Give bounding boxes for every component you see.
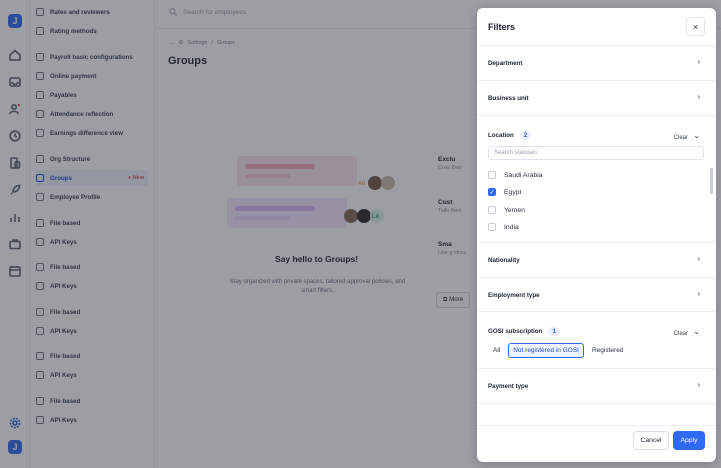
- filter-section-employment-type[interactable]: Employment type ›: [477, 278, 716, 312]
- location-search-input[interactable]: Search statuses: [488, 146, 704, 160]
- gosi-count-badge: 1: [548, 327, 560, 336]
- close-icon: ×: [692, 21, 699, 32]
- gosi-option-all[interactable]: All: [488, 343, 505, 358]
- location-header[interactable]: Location 2: [488, 131, 532, 140]
- gosi-header[interactable]: GOSI subscription 1: [488, 327, 560, 336]
- location-scrollbar[interactable]: [710, 168, 713, 194]
- filter-section-business-unit[interactable]: Business unit ›: [477, 81, 716, 116]
- filter-section-nationality[interactable]: Nationality ›: [477, 243, 716, 278]
- chevron-right-icon: ›: [697, 57, 700, 66]
- filters-title: Filters: [488, 22, 516, 32]
- location-clear-button[interactable]: Clear: [674, 135, 688, 141]
- cancel-button[interactable]: Cancel: [633, 431, 669, 450]
- checkbox[interactable]: [488, 206, 496, 214]
- gosi-segmented-control: All Not registered in GOSI Registered: [488, 343, 628, 358]
- location-option-yemen[interactable]: Yemen: [488, 206, 525, 214]
- gosi-option-registered[interactable]: Registered: [587, 343, 628, 358]
- checkbox[interactable]: [488, 171, 496, 179]
- filter-section-payment-type[interactable]: Payment type ›: [477, 369, 716, 404]
- chevron-right-icon: ›: [697, 254, 700, 263]
- filters-panel: Filters × Department › Business unit › L…: [477, 8, 716, 462]
- chevron-down-icon[interactable]: ⌄: [693, 327, 700, 336]
- location-option-india[interactable]: India: [488, 223, 519, 231]
- footer-divider: [477, 425, 716, 426]
- chevron-right-icon: ›: [697, 289, 700, 298]
- checkbox-checked[interactable]: ✓: [488, 188, 496, 196]
- gosi-option-not-registered[interactable]: Not registered in GOSI: [508, 343, 584, 358]
- chevron-right-icon: ›: [697, 380, 700, 389]
- location-count-badge: 2: [519, 131, 532, 140]
- chevron-right-icon: ›: [697, 92, 700, 101]
- gosi-clear-button[interactable]: Clear: [674, 331, 688, 337]
- apply-button[interactable]: Apply: [673, 431, 705, 450]
- filter-section-gosi: GOSI subscription 1 Clear ⌄: [477, 312, 716, 369]
- location-option-egypt[interactable]: ✓ Egypt: [488, 188, 521, 196]
- checkbox[interactable]: [488, 223, 496, 231]
- close-button[interactable]: ×: [686, 17, 705, 36]
- chevron-down-icon[interactable]: ⌄: [693, 131, 700, 140]
- filter-section-department[interactable]: Department ›: [477, 46, 716, 81]
- location-option-saudi-arabia[interactable]: Saudi Arabia: [488, 171, 543, 179]
